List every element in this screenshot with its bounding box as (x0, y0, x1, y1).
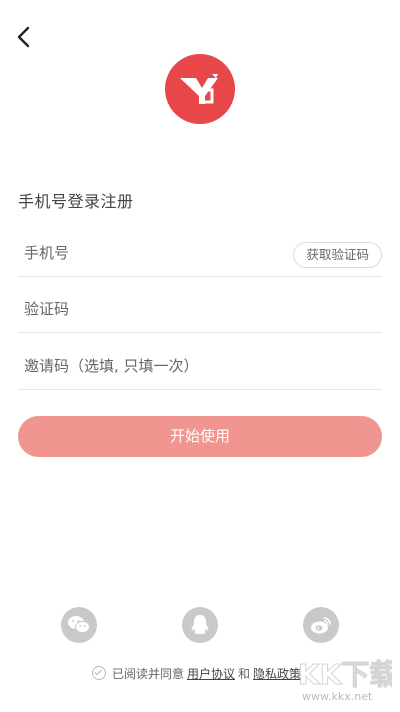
watermark-logo: KK下载 www.kkx.net (294, 650, 398, 706)
login-title: 手机号登录注册 (18, 192, 134, 211)
agreement-checkbox[interactable] (92, 666, 106, 680)
agreement-and: 和 (238, 666, 251, 681)
app-logo (165, 54, 235, 124)
chevron-left-icon (17, 26, 30, 48)
invite-code-input[interactable] (22, 345, 366, 387)
code-field-row (18, 288, 382, 333)
back-button[interactable] (12, 24, 38, 50)
get-code-button[interactable]: 获取验证码 (293, 242, 382, 268)
weibo-icon (311, 617, 331, 634)
watermark-text: KK下载 (298, 658, 392, 691)
verification-code-input[interactable] (22, 288, 286, 330)
agreement-prefix: 已阅读并同意 (112, 666, 185, 681)
phone-input[interactable] (22, 232, 286, 274)
agreement-row: 已阅读并同意 用户协议 和 隐私政策 (92, 664, 304, 682)
app-logo-icon (180, 74, 218, 104)
invite-field-row (18, 345, 382, 390)
weibo-login-button[interactable] (303, 607, 339, 643)
wechat-login-button[interactable] (61, 607, 97, 643)
wechat-icon (68, 616, 90, 634)
watermark-url: www.kkx.net (302, 690, 373, 703)
qq-login-button[interactable] (182, 607, 218, 643)
qq-icon (191, 615, 209, 634)
phone-field-row: 获取验证码 (18, 232, 382, 277)
start-button[interactable]: 开始使用 (18, 416, 382, 457)
user-agreement-link[interactable]: 用户协议 (187, 665, 235, 682)
